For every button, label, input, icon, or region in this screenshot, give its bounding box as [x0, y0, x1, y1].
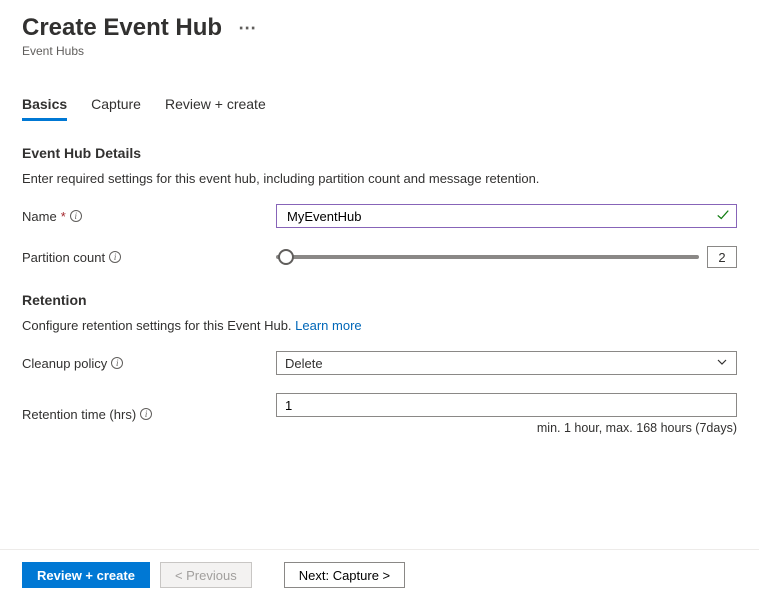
- partition-label-text: Partition count: [22, 250, 105, 265]
- partition-value: 2: [707, 246, 737, 268]
- cleanup-label-text: Cleanup policy: [22, 356, 107, 371]
- section-desc-details: Enter required settings for this event h…: [22, 171, 737, 186]
- tab-capture[interactable]: Capture: [91, 96, 141, 121]
- check-icon: [716, 208, 730, 225]
- section-title-retention: Retention: [22, 292, 737, 308]
- cleanup-select[interactable]: Delete: [276, 351, 737, 375]
- partition-label: Partition count i: [22, 250, 276, 265]
- section-desc-retention: Configure retention settings for this Ev…: [22, 318, 737, 333]
- tab-bar: Basics Capture Review + create: [22, 96, 737, 121]
- retention-time-input[interactable]: [276, 393, 737, 417]
- cleanup-label: Cleanup policy i: [22, 356, 276, 371]
- retention-time-label: Retention time (hrs) i: [22, 407, 276, 422]
- page-title-text: Create Event Hub: [22, 14, 222, 42]
- name-label: Name * i: [22, 209, 276, 224]
- info-icon[interactable]: i: [140, 408, 152, 420]
- required-indicator: *: [61, 209, 66, 224]
- retention-hint: min. 1 hour, max. 168 hours (7days): [276, 421, 737, 435]
- page-title: Create Event Hub ⋯: [22, 14, 737, 42]
- section-title-details: Event Hub Details: [22, 145, 737, 161]
- next-button[interactable]: Next: Capture >: [284, 562, 405, 588]
- slider-thumb[interactable]: [278, 249, 294, 265]
- info-icon[interactable]: i: [70, 210, 82, 222]
- cleanup-value: Delete: [285, 356, 323, 371]
- learn-more-link[interactable]: Learn more: [295, 318, 361, 333]
- previous-button: < Previous: [160, 562, 252, 588]
- footer: Review + create < Previous Next: Capture…: [0, 549, 759, 600]
- breadcrumb: Event Hubs: [22, 44, 737, 58]
- info-icon[interactable]: i: [109, 251, 121, 263]
- name-label-text: Name: [22, 209, 57, 224]
- name-input-wrapper: [276, 204, 737, 228]
- tab-review-create[interactable]: Review + create: [165, 96, 266, 121]
- review-create-button[interactable]: Review + create: [22, 562, 150, 588]
- tab-basics[interactable]: Basics: [22, 96, 67, 121]
- more-icon[interactable]: ⋯: [238, 18, 257, 39]
- partition-slider[interactable]: [276, 255, 699, 259]
- name-input[interactable]: [285, 208, 712, 225]
- retention-desc-text: Configure retention settings for this Ev…: [22, 318, 295, 333]
- info-icon[interactable]: i: [111, 357, 123, 369]
- retention-time-label-text: Retention time (hrs): [22, 407, 136, 422]
- chevron-down-icon: [716, 356, 728, 371]
